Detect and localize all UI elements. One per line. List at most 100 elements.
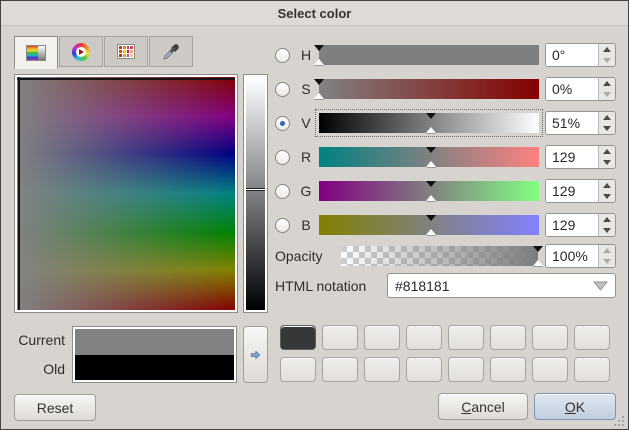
slider-handle-h-bottom: [314, 59, 324, 65]
reset-button-label: Reset: [37, 400, 74, 416]
spinbox-h: 0°: [545, 43, 616, 67]
slider-handle-r[interactable]: [426, 147, 436, 153]
palette-swatch[interactable]: [406, 325, 442, 350]
value-bar[interactable]: [243, 74, 268, 313]
spinbox-g: 129: [545, 179, 616, 203]
slider-r[interactable]: [319, 147, 539, 167]
palette-swatch[interactable]: [406, 357, 442, 382]
window-title: Select color: [278, 6, 352, 21]
opacity-entry[interactable]: 100%: [546, 245, 598, 267]
slider-s[interactable]: [319, 79, 539, 99]
slider-handle-s-bottom: [314, 93, 324, 99]
spin-entry-h[interactable]: 0°: [546, 44, 598, 66]
spin-up-s[interactable]: [599, 78, 615, 89]
ok-button[interactable]: OK: [534, 393, 616, 420]
slider-track-h: [319, 45, 539, 65]
tab-color-picker[interactable]: [149, 36, 193, 67]
value-marker[interactable]: [246, 188, 265, 191]
channel-label-r: R: [299, 149, 313, 165]
channel-row-s: S 0%: [275, 78, 616, 100]
right-arrow-icon: [250, 346, 261, 364]
slider-h[interactable]: [319, 45, 539, 65]
spin-up-h[interactable]: [599, 44, 615, 55]
slider-handle-r-bottom: [426, 161, 436, 167]
palette-swatch[interactable]: [490, 357, 526, 382]
spinbox-s: 0%: [545, 77, 616, 101]
radio-s[interactable]: [275, 82, 290, 97]
resize-grip[interactable]: [614, 415, 625, 426]
opacity-handle[interactable]: [533, 246, 543, 252]
palette-swatch[interactable]: [532, 357, 568, 382]
spin-up-r[interactable]: [599, 146, 615, 157]
titlebar[interactable]: Select color: [1, 1, 628, 26]
add-to-palette-button[interactable]: [243, 326, 268, 383]
color-wheel-icon: [72, 43, 90, 61]
tab-gimp-selector[interactable]: [14, 36, 58, 69]
spin-up-v[interactable]: [599, 112, 615, 123]
spin-down-r[interactable]: [599, 157, 615, 168]
palette-swatch[interactable]: [364, 357, 400, 382]
spin-down-g[interactable]: [599, 191, 615, 202]
palette-swatch[interactable]: [322, 325, 358, 350]
radio-h[interactable]: [275, 48, 290, 63]
channel-label-b: B: [299, 217, 313, 233]
opacity-track: [341, 246, 538, 266]
spin-up-b[interactable]: [599, 214, 615, 225]
palette-swatch[interactable]: [364, 325, 400, 350]
opacity-slider[interactable]: [341, 246, 538, 266]
radio-g[interactable]: [275, 184, 290, 199]
opacity-spin-up[interactable]: [599, 245, 615, 256]
spin-entry-v[interactable]: 51%: [546, 112, 598, 134]
spin-down-v[interactable]: [599, 123, 615, 134]
select-color-dialog: Select color: [0, 0, 629, 430]
slider-handle-v[interactable]: [426, 113, 436, 119]
slider-handle-g[interactable]: [426, 181, 436, 187]
palette-swatch[interactable]: [448, 357, 484, 382]
cancel-button[interactable]: Cancel: [438, 393, 528, 420]
cancel-button-label: ancel: [471, 399, 504, 415]
palette-swatch[interactable]: [322, 357, 358, 382]
tab-color-wheel[interactable]: [59, 36, 103, 67]
palette-swatch[interactable]: [574, 325, 610, 350]
reset-button[interactable]: Reset: [14, 394, 96, 421]
cancel-mnemonic: C: [461, 399, 471, 415]
radio-b[interactable]: [275, 218, 290, 233]
slider-handle-b-bottom: [426, 229, 436, 235]
spin-down-s[interactable]: [599, 89, 615, 100]
combo-dropdown-icon[interactable]: [593, 281, 608, 291]
current-color-swatch: [75, 329, 234, 355]
spin-up-g[interactable]: [599, 180, 615, 191]
palette-swatch-saved[interactable]: [280, 325, 316, 350]
html-notation-label: HTML notation: [275, 278, 366, 294]
slider-handle-s[interactable]: [314, 79, 324, 85]
spin-entry-r[interactable]: 129: [546, 146, 598, 168]
channel-row-b: B 129: [275, 214, 616, 236]
tab-palette[interactable]: [104, 36, 148, 67]
html-notation-combo[interactable]: #818181: [387, 273, 616, 298]
radio-v[interactable]: [275, 116, 290, 131]
html-notation-value[interactable]: #818181: [395, 278, 593, 294]
eyedropper-icon: [162, 43, 180, 61]
palette-swatch[interactable]: [490, 325, 526, 350]
spin-down-b[interactable]: [599, 225, 615, 236]
slider-handle-h[interactable]: [314, 45, 324, 51]
palette-swatch[interactable]: [574, 357, 610, 382]
slider-v[interactable]: [319, 113, 539, 133]
radio-r[interactable]: [275, 150, 290, 165]
palette-swatch[interactable]: [532, 325, 568, 350]
old-label: Old: [1, 361, 65, 377]
palette-swatch[interactable]: [448, 325, 484, 350]
spin-down-h[interactable]: [599, 55, 615, 66]
channel-row-g: G 129: [275, 180, 616, 202]
selector-tabs: [14, 36, 194, 69]
slider-b[interactable]: [319, 215, 539, 235]
spin-entry-g[interactable]: 129: [546, 180, 598, 202]
opacity-spin-down[interactable]: [599, 256, 615, 267]
slider-handle-b[interactable]: [426, 215, 436, 221]
hue-saturation-square[interactable]: [14, 74, 238, 313]
slider-g[interactable]: [319, 181, 539, 201]
palette-swatch[interactable]: [280, 357, 316, 382]
color-history-palette: [280, 325, 610, 382]
spin-entry-b[interactable]: 129: [546, 214, 598, 236]
spin-entry-s[interactable]: 0%: [546, 78, 598, 100]
